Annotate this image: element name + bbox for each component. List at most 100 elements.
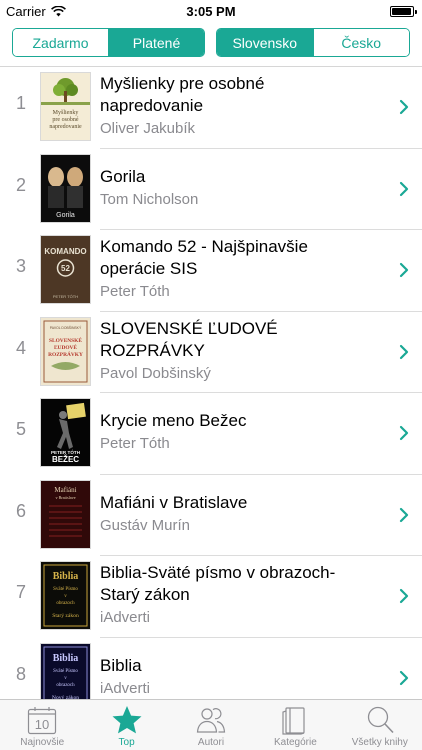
chevron-right-icon [399, 99, 409, 115]
book-cover: PETER TÓTH BEŽEC [41, 399, 90, 466]
svg-text:Sväté Písmo: Sväté Písmo [53, 669, 78, 674]
tab-label: Top [118, 737, 135, 748]
svg-text:SLOVENSKÉ: SLOVENSKÉ [49, 336, 82, 344]
book-author: iAdverti [100, 609, 151, 626]
tab-vsetky-knihy[interactable]: Všetky knihy [338, 700, 422, 750]
star-icon [112, 706, 142, 734]
book-title-line: Mafiáni v Bratislave [100, 492, 248, 512]
book-title-line: Biblia-Sväté písmo v obrazoch- [100, 563, 336, 582]
book-title-line: Krycie meno Bežec [100, 411, 247, 430]
svg-text:Gorila: Gorila [56, 212, 75, 219]
book-title: Biblia-Sväté písmo v obrazoch- Starý záko… [100, 562, 382, 606]
svg-text:KOMANDO: KOMANDO [44, 247, 86, 256]
book-cover-art: PETER TÓTH BEŽEC [41, 399, 90, 466]
book-cover-art: Gorila [41, 154, 90, 222]
cover-text: PETER TÓTH [51, 448, 81, 455]
search-icon [367, 706, 394, 734]
book-title: Biblia [100, 655, 382, 677]
svg-text:Biblia: Biblia [53, 653, 79, 664]
cover-text: v Bratislave [55, 495, 75, 500]
book-row[interactable]: 5 PETER TÓTH BEŽEC Krycie meno Bežec Pet… [0, 393, 422, 475]
book-author: iAdverti [100, 679, 151, 697]
status-time: 3:05 PM [186, 4, 236, 19]
svg-text:Mafiáni: Mafiáni [54, 486, 76, 494]
chevron-right-icon [399, 670, 409, 685]
cover-text: pre osobné [52, 117, 78, 123]
svg-text:52: 52 [61, 264, 70, 273]
cover-text: SLOVENSKÉ [49, 336, 82, 344]
book-rank: 8 [15, 663, 26, 684]
book-title-line: napredovanie [100, 96, 204, 115]
svg-text:Starý zákon: Starý zákon [52, 613, 79, 619]
cover-text: Gorila [56, 212, 75, 219]
cover-text: Myšlienky [53, 110, 79, 116]
tab-autori[interactable]: Autori [169, 700, 253, 750]
segment-czech[interactable]: Česko [312, 29, 409, 56]
book-rank: 1 [15, 93, 26, 113]
svg-text:ROZPRÁVKY: ROZPRÁVKY [48, 350, 83, 358]
book-rank: 7 [15, 582, 26, 602]
book-title: Krycie meno Bežec [100, 410, 382, 432]
book-cover-art: Myšlienky pre osobné napredovanie [41, 73, 90, 140]
segment-free[interactable]: Zadarmo [13, 29, 108, 56]
svg-text:PETER TÓTH: PETER TÓTH [53, 294, 78, 299]
language-segmented-control: Slovensko Česko [216, 28, 410, 57]
chevron-right-icon [399, 588, 409, 604]
book-title-line: Gorila [100, 166, 146, 186]
cover-text: obrazoch [56, 683, 75, 688]
tab-najnovsie[interactable]: 10 Najnovšie [0, 700, 84, 750]
book-author: Pavol Dobšinský [100, 364, 211, 382]
segment-slovak[interactable]: Slovensko [217, 29, 313, 56]
book-row[interactable]: 7 Biblia Sväté Písmo v obrazoch Starý zá… [0, 556, 422, 638]
book-title: Myšlienky pre osobné napredovanie [100, 73, 382, 117]
book-author: Peter Tóth [100, 283, 170, 300]
book-rank: 2 [15, 174, 26, 195]
book-author: Peter Tóth [100, 435, 170, 452]
cover-text: Sväté Písmo [53, 669, 78, 674]
svg-text:napredovanie: napredovanie [49, 124, 82, 130]
book-rank: 5 [15, 419, 26, 439]
calendar-icon: 10 [28, 707, 57, 735]
cover-text: KOMANDO [44, 247, 86, 256]
chevron-right-icon [399, 262, 409, 278]
book-cover-art: KOMANDO 52 PETER TÓTH [41, 236, 90, 303]
book-title: Gorila [100, 166, 382, 188]
price-segmented-control: Zadarmo Platené [12, 28, 205, 57]
book-row[interactable]: 6 Mafiáni v Bratislave Mafiáni v Bratisl… [0, 475, 422, 556]
book-cover: Mafiáni v Bratislave [41, 480, 90, 548]
book-cover: PAVOL DOBŠINSKÝ SLOVENSKÉ ĽUDOVÉ ROZPRÁV… [41, 317, 90, 385]
book-cover: Gorila [41, 154, 90, 222]
book-cover-art: PAVOL DOBŠINSKÝ SLOVENSKÉ ĽUDOVÉ ROZPRÁV… [41, 317, 90, 385]
cover-text: Mafiáni [54, 486, 76, 494]
books-icon [282, 707, 305, 735]
book-row[interactable]: 3 KOMANDO 52 PETER TÓTH Komando 52 - Naj… [0, 230, 422, 312]
tab-label: Kategórie [273, 737, 317, 748]
svg-text:ĽUDOVÉ: ĽUDOVÉ [54, 343, 77, 351]
svg-text:PETER TÓTH: PETER TÓTH [51, 448, 81, 455]
book-title-line: operácie SIS [100, 259, 198, 278]
book-row[interactable]: 1 Myšlienky pre osobné napredovanie Myšl… [0, 67, 422, 149]
tab-label: Autori [197, 737, 225, 748]
cover-text: Starý zákon [52, 613, 79, 619]
book-title-line: Myšlienky pre osobné [100, 74, 265, 93]
tab-kategorie[interactable]: Kategórie [253, 700, 337, 750]
people-icon [196, 708, 226, 733]
cover-text: 52 [61, 264, 70, 273]
book-cover: Myšlienky pre osobné napredovanie [41, 73, 90, 140]
calendar-day: 10 [35, 717, 49, 732]
cover-text: ROZPRÁVKY [48, 350, 83, 358]
book-title-line: Komando 52 - Najšpinavšie [100, 237, 308, 256]
segment-paid[interactable]: Platené [108, 29, 204, 56]
book-title-line: ROZPRÁVKY [100, 340, 205, 360]
battery-icon [390, 6, 417, 17]
tab-top[interactable]: Top [84, 700, 168, 750]
cover-text: napredovanie [49, 124, 82, 130]
tab-bar: 10 Najnovšie Top Autori Kategórie Všetky [0, 699, 422, 750]
chevron-right-icon [399, 344, 409, 359]
cover-text: PAVOL DOBŠINSKÝ [50, 325, 82, 330]
book-title: Mafiáni v Bratislave [100, 492, 382, 514]
svg-text:v Bratislave: v Bratislave [55, 495, 75, 500]
chevron-right-icon [399, 181, 409, 196]
book-row[interactable]: 4 PAVOL DOBŠINSKÝ SLOVENSKÉ ĽUDOVÉ ROZPR… [0, 312, 422, 393]
book-row[interactable]: 2 Gorila Gorila Tom Nicholson [0, 149, 422, 230]
